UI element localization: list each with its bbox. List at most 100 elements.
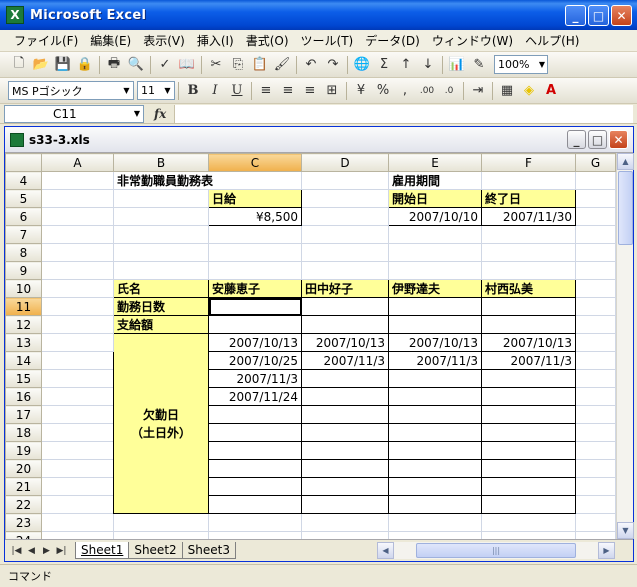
row-header[interactable]: 8	[5, 243, 42, 262]
cell-a5[interactable]	[41, 189, 114, 208]
prev-sheet-icon[interactable]: ◀	[24, 546, 39, 556]
cell-c13[interactable]: 2007/10/13	[208, 333, 302, 352]
row-header[interactable]: 22	[5, 495, 42, 514]
row-header[interactable]: 4	[5, 171, 42, 190]
cell-a16[interactable]	[41, 387, 114, 406]
row-header[interactable]: 12	[5, 315, 42, 334]
scroll-right-icon[interactable]: ▶	[598, 542, 615, 559]
align-right-icon[interactable]: ≡	[299, 80, 321, 102]
scroll-down-icon[interactable]: ▼	[617, 522, 634, 539]
sort-descending-icon[interactable]: ↓	[417, 54, 439, 76]
currency-style-icon[interactable]: ¥	[350, 80, 372, 102]
cell-e11[interactable]	[388, 297, 482, 316]
insert-function-icon[interactable]: fx	[154, 107, 166, 121]
tab-sheet2[interactable]: Sheet2	[128, 542, 183, 559]
column-header-b[interactable]: B	[113, 153, 209, 172]
workbook-close-button[interactable]: ✕	[609, 130, 628, 149]
tab-sheet3[interactable]: Sheet3	[181, 542, 236, 559]
cut-icon[interactable]: ✂	[205, 54, 227, 76]
cell-b13-absence-label[interactable]: 欠勤日 （土日外）	[113, 333, 209, 514]
cell-f4[interactable]	[481, 171, 576, 190]
align-left-icon[interactable]: ≡	[255, 80, 277, 102]
cell-g10[interactable]	[575, 279, 616, 298]
menu-window[interactable]: ウィンドウ(W)	[426, 32, 519, 49]
permission-icon[interactable]: 🔒	[74, 54, 96, 76]
cell-c10[interactable]: 安藤恵子	[208, 279, 302, 298]
cell-b5[interactable]	[113, 189, 209, 208]
drawing-icon[interactable]: ✎	[468, 54, 490, 76]
row-header[interactable]: 11	[5, 297, 42, 316]
copy-icon[interactable]: ⎘	[227, 54, 249, 76]
font-color-icon[interactable]: A	[540, 80, 562, 102]
cell-b12[interactable]: 支給額	[113, 315, 209, 334]
cell-a4[interactable]	[41, 171, 114, 190]
column-header-g[interactable]: G	[575, 153, 616, 172]
row-header[interactable]: 9	[5, 261, 42, 280]
workbook-minimize-button[interactable]: _	[567, 130, 586, 149]
cell-g5[interactable]	[575, 189, 616, 208]
next-sheet-icon[interactable]: ▶	[39, 546, 54, 556]
font-size-select[interactable]: 11 ▼	[137, 81, 175, 100]
cell-d5[interactable]	[301, 189, 389, 208]
undo-icon[interactable]: ↶	[300, 54, 322, 76]
row-header[interactable]: 15	[5, 369, 42, 388]
name-box[interactable]: C11 ▼	[4, 104, 144, 123]
cell-c14[interactable]: 2007/10/25	[208, 351, 302, 370]
underline-button[interactable]: U	[226, 80, 248, 102]
horizontal-scrollbar[interactable]: ◀ ||| ▶	[377, 542, 615, 559]
hyperlink-icon[interactable]: 🌐	[351, 54, 373, 76]
sort-ascending-icon[interactable]: ↑	[395, 54, 417, 76]
print-preview-icon[interactable]: 🔍	[125, 54, 147, 76]
italic-button[interactable]: I	[204, 80, 226, 102]
cell-b10[interactable]: 氏名	[113, 279, 209, 298]
first-sheet-icon[interactable]: |◀	[9, 546, 24, 556]
close-button[interactable]: ✕	[611, 5, 632, 26]
column-header-d[interactable]: D	[301, 153, 389, 172]
row-header[interactable]: 23	[5, 513, 42, 532]
cell-g6[interactable]	[575, 207, 616, 226]
menu-format[interactable]: 書式(O)	[240, 32, 295, 49]
row-header[interactable]: 13	[5, 333, 42, 352]
new-document-icon[interactable]: 🗋	[8, 54, 30, 76]
horizontal-scroll-thumb[interactable]: |||	[416, 543, 576, 558]
research-icon[interactable]: 📖	[176, 54, 198, 76]
cell-e12[interactable]	[388, 315, 482, 334]
scroll-left-icon[interactable]: ◀	[377, 542, 394, 559]
row-header[interactable]: 20	[5, 459, 42, 478]
cell-a12[interactable]	[41, 315, 114, 334]
workbook-restore-button[interactable]: □	[588, 130, 607, 149]
row-header[interactable]: 18	[5, 423, 42, 442]
cell-e4[interactable]: 雇用期間	[388, 171, 482, 190]
row-header[interactable]: 14	[5, 351, 42, 370]
align-center-icon[interactable]: ≡	[277, 80, 299, 102]
column-header-f[interactable]: F	[481, 153, 576, 172]
menu-file[interactable]: ファイル(F)	[8, 32, 84, 49]
borders-icon[interactable]: ▦	[496, 80, 518, 102]
row-header[interactable]: 21	[5, 477, 42, 496]
spelling-icon[interactable]: ✓	[154, 54, 176, 76]
open-folder-icon[interactable]: 📂	[30, 54, 52, 76]
cell-d14[interactable]: 2007/11/3	[301, 351, 389, 370]
formula-input[interactable]	[174, 104, 633, 123]
cell-g4[interactable]	[575, 171, 616, 190]
minimize-button[interactable]: _	[565, 5, 586, 26]
cell-d10[interactable]: 田中好子	[301, 279, 389, 298]
row-header[interactable]: 10	[5, 279, 42, 298]
decrease-decimal-icon[interactable]: .0	[438, 80, 460, 102]
save-icon[interactable]: 💾	[52, 54, 74, 76]
cell-e14[interactable]: 2007/11/3	[388, 351, 482, 370]
scroll-up-icon[interactable]: ▲	[617, 153, 634, 170]
cell-a6[interactable]	[41, 207, 114, 226]
row-header[interactable]: 5	[5, 189, 42, 208]
row-header[interactable]: 7	[5, 225, 42, 244]
cell-a15[interactable]	[41, 369, 114, 388]
select-all-corner[interactable]	[5, 153, 42, 172]
cell-f13[interactable]: 2007/10/13	[481, 333, 576, 352]
row-header[interactable]: 17	[5, 405, 42, 424]
paste-icon[interactable]: 📋	[249, 54, 271, 76]
print-icon[interactable]: 🖶	[103, 54, 125, 76]
increase-decimal-icon[interactable]: .00	[416, 80, 438, 102]
cell-a13[interactable]	[41, 333, 114, 352]
autosum-icon[interactable]: Σ	[373, 54, 395, 76]
fill-color-icon[interactable]: ◈	[518, 80, 540, 102]
